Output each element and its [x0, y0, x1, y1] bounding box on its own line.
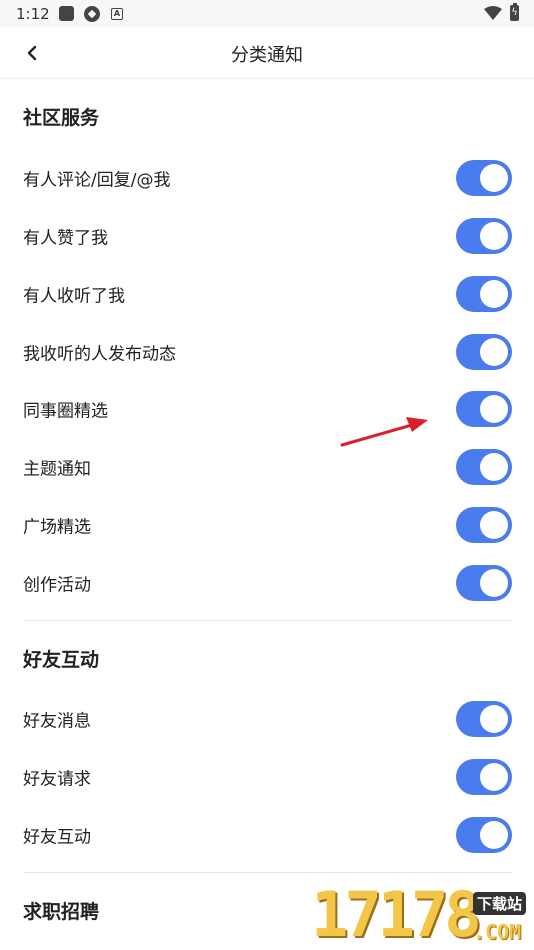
toggle-knob: [480, 705, 508, 733]
battery-icon: ϟ: [510, 3, 519, 21]
toggle-knob: [480, 821, 508, 849]
watermark-badge: 下载站: [473, 892, 527, 915]
status-bar: 1:12 A ϟ: [0, 0, 534, 27]
page-title: 分类通知: [231, 45, 303, 66]
toggle-switch[interactable]: [456, 565, 512, 601]
toggle-switch[interactable]: [456, 334, 512, 370]
app-logo-icon: [84, 6, 100, 22]
setting-label: 广场精选: [23, 517, 91, 538]
site-watermark: 17178 下载站 .COM: [305, 880, 534, 950]
setting-row: 有人评论/回复/@我: [0, 149, 534, 207]
toggle-knob: [480, 338, 508, 366]
setting-row: 好友互动: [0, 806, 534, 864]
font-a-icon: A: [111, 8, 123, 20]
toggle-knob: [480, 763, 508, 791]
setting-label: 同事圈精选: [23, 401, 108, 422]
status-time: 1:12: [16, 5, 50, 23]
setting-label: 主题通知: [23, 459, 91, 480]
watermark-domain: .COM: [473, 920, 522, 944]
setting-label: 好友互动: [23, 827, 91, 848]
setting-label: 创作活动: [23, 575, 91, 596]
toggle-switch[interactable]: [456, 759, 512, 795]
section-divider: [23, 620, 512, 621]
section-title-jobs: 求职招聘: [23, 901, 100, 923]
setting-row: 我收听的人发布动态: [0, 323, 534, 381]
section-divider: [23, 872, 512, 873]
setting-row: 有人收听了我: [0, 265, 534, 323]
setting-row: 广场精选: [0, 496, 534, 554]
toggle-knob: [480, 222, 508, 250]
setting-label: 好友请求: [23, 769, 91, 790]
setting-label: 有人收听了我: [23, 286, 125, 307]
section-title-friends: 好友互动: [23, 649, 100, 671]
setting-label: 我收听的人发布动态: [23, 344, 176, 365]
setting-label: 好友消息: [23, 711, 91, 732]
toggle-knob: [480, 569, 508, 597]
toggle-switch[interactable]: [456, 817, 512, 853]
setting-row: 有人赞了我: [0, 207, 534, 265]
setting-label: 有人评论/回复/@我: [23, 170, 171, 191]
header: 分类通知: [0, 27, 534, 79]
toggle-knob: [480, 395, 508, 423]
toggle-switch[interactable]: [456, 160, 512, 196]
toggle-knob: [480, 511, 508, 539]
toggle-knob: [480, 280, 508, 308]
notification-square-icon: [59, 6, 74, 21]
setting-label: 有人赞了我: [23, 228, 108, 249]
toggle-switch[interactable]: [456, 507, 512, 543]
toggle-switch[interactable]: [456, 218, 512, 254]
toggle-switch[interactable]: [456, 391, 512, 427]
setting-row: 主题通知: [0, 438, 534, 496]
watermark-digits: 17178: [311, 878, 482, 950]
setting-row: 好友消息: [0, 690, 534, 748]
section-title-community: 社区服务: [23, 107, 100, 129]
setting-row: 好友请求: [0, 748, 534, 806]
setting-row: 同事圈精选: [0, 380, 534, 438]
toggle-switch[interactable]: [456, 449, 512, 485]
toggle-switch[interactable]: [456, 701, 512, 737]
setting-row: 创作活动: [0, 554, 534, 612]
toggle-knob: [480, 164, 508, 192]
battery-charging-glyph: ϟ: [511, 7, 518, 18]
wifi-icon: [484, 6, 502, 20]
toggle-knob: [480, 453, 508, 481]
toggle-switch[interactable]: [456, 276, 512, 312]
